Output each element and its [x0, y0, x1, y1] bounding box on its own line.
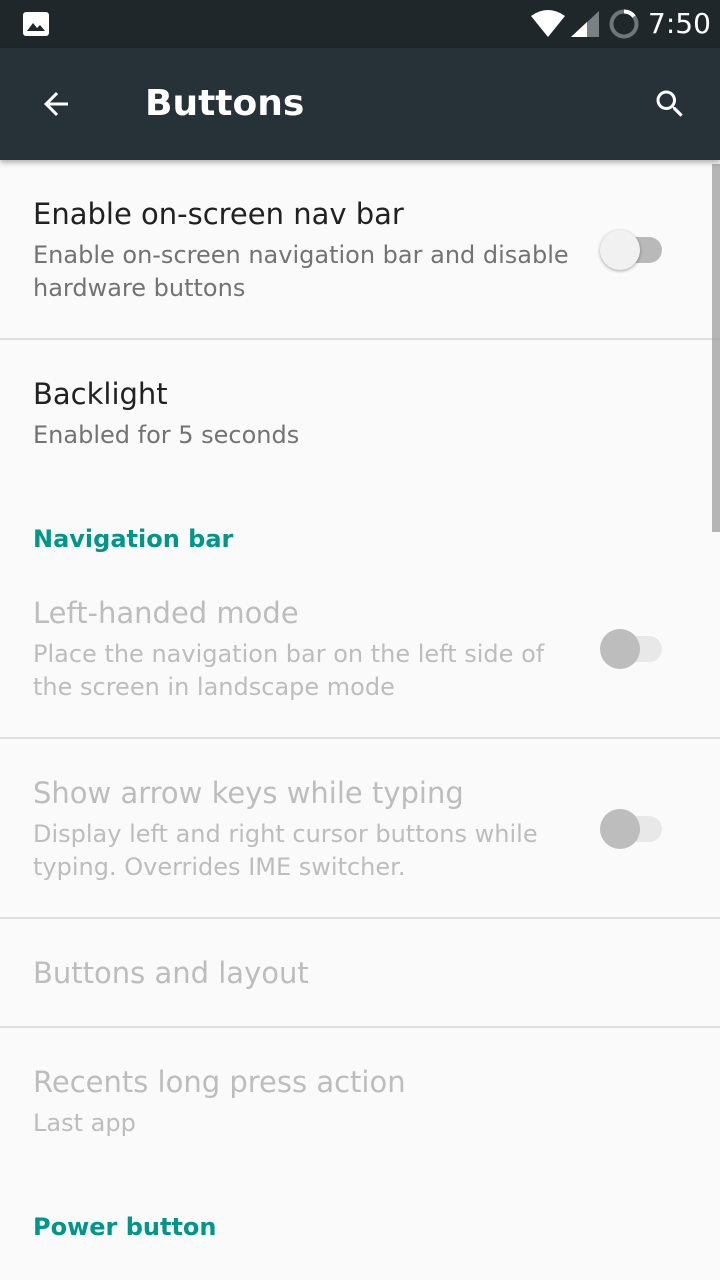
pref-title: Left-handed mode	[33, 596, 299, 630]
image-icon	[23, 12, 49, 36]
switch-thumb	[600, 629, 640, 669]
status-bar: 7:50	[0, 0, 720, 48]
section-header-power-button: Power button	[33, 1213, 217, 1241]
pref-recents-long-press[interactable]: Recents long press action Last app	[0, 1028, 720, 1168]
status-time: 7:50	[648, 7, 711, 40]
pref-title: Buttons and layout	[33, 956, 309, 990]
pref-backlight[interactable]: Backlight Enabled for 5 seconds	[0, 340, 720, 480]
pref-title: Enable on-screen nav bar	[33, 197, 404, 231]
pref-enable-nav-bar[interactable]: Enable on-screen nav bar Enable on-scree…	[0, 160, 720, 338]
pref-title: Show arrow keys while typing	[33, 776, 464, 810]
search-button[interactable]	[638, 72, 702, 136]
pref-summary: Enabled for 5 seconds	[33, 421, 300, 449]
app-bar: Buttons	[0, 48, 720, 160]
arrow-keys-toggle[interactable]	[600, 806, 668, 850]
pref-summary: Last app	[33, 1109, 136, 1137]
battery-icon	[609, 9, 639, 39]
settings-list: Enable on-screen nav bar Enable on-scree…	[0, 160, 720, 1280]
pref-summary: Enable on-screen navigation bar and disa…	[33, 241, 569, 302]
section-header-navigation-bar: Navigation bar	[33, 525, 234, 553]
pref-title: Recents long press action	[33, 1065, 406, 1099]
cellular-signal-icon	[571, 11, 599, 37]
pref-summary: Place the navigation bar on the left sid…	[33, 640, 545, 701]
search-icon	[656, 90, 683, 117]
left-handed-toggle[interactable]	[600, 626, 668, 670]
scrollbar[interactable]	[712, 164, 720, 532]
pref-show-arrow-keys[interactable]: Show arrow keys while typing Display lef…	[0, 739, 720, 917]
arrow-left-icon	[44, 92, 68, 116]
wifi-icon	[531, 10, 565, 37]
page-title: Buttons	[145, 83, 305, 124]
pref-summary: Display left and right cursor buttons wh…	[33, 820, 538, 881]
back-button[interactable]	[24, 72, 88, 136]
switch-thumb	[600, 230, 640, 270]
pref-title: Backlight	[33, 377, 168, 411]
pref-left-handed-mode[interactable]: Left-handed mode Place the navigation ba…	[0, 580, 720, 737]
pref-buttons-and-layout[interactable]: Buttons and layout	[0, 919, 720, 1026]
nav-bar-toggle[interactable]	[600, 227, 668, 271]
switch-thumb	[600, 809, 640, 849]
